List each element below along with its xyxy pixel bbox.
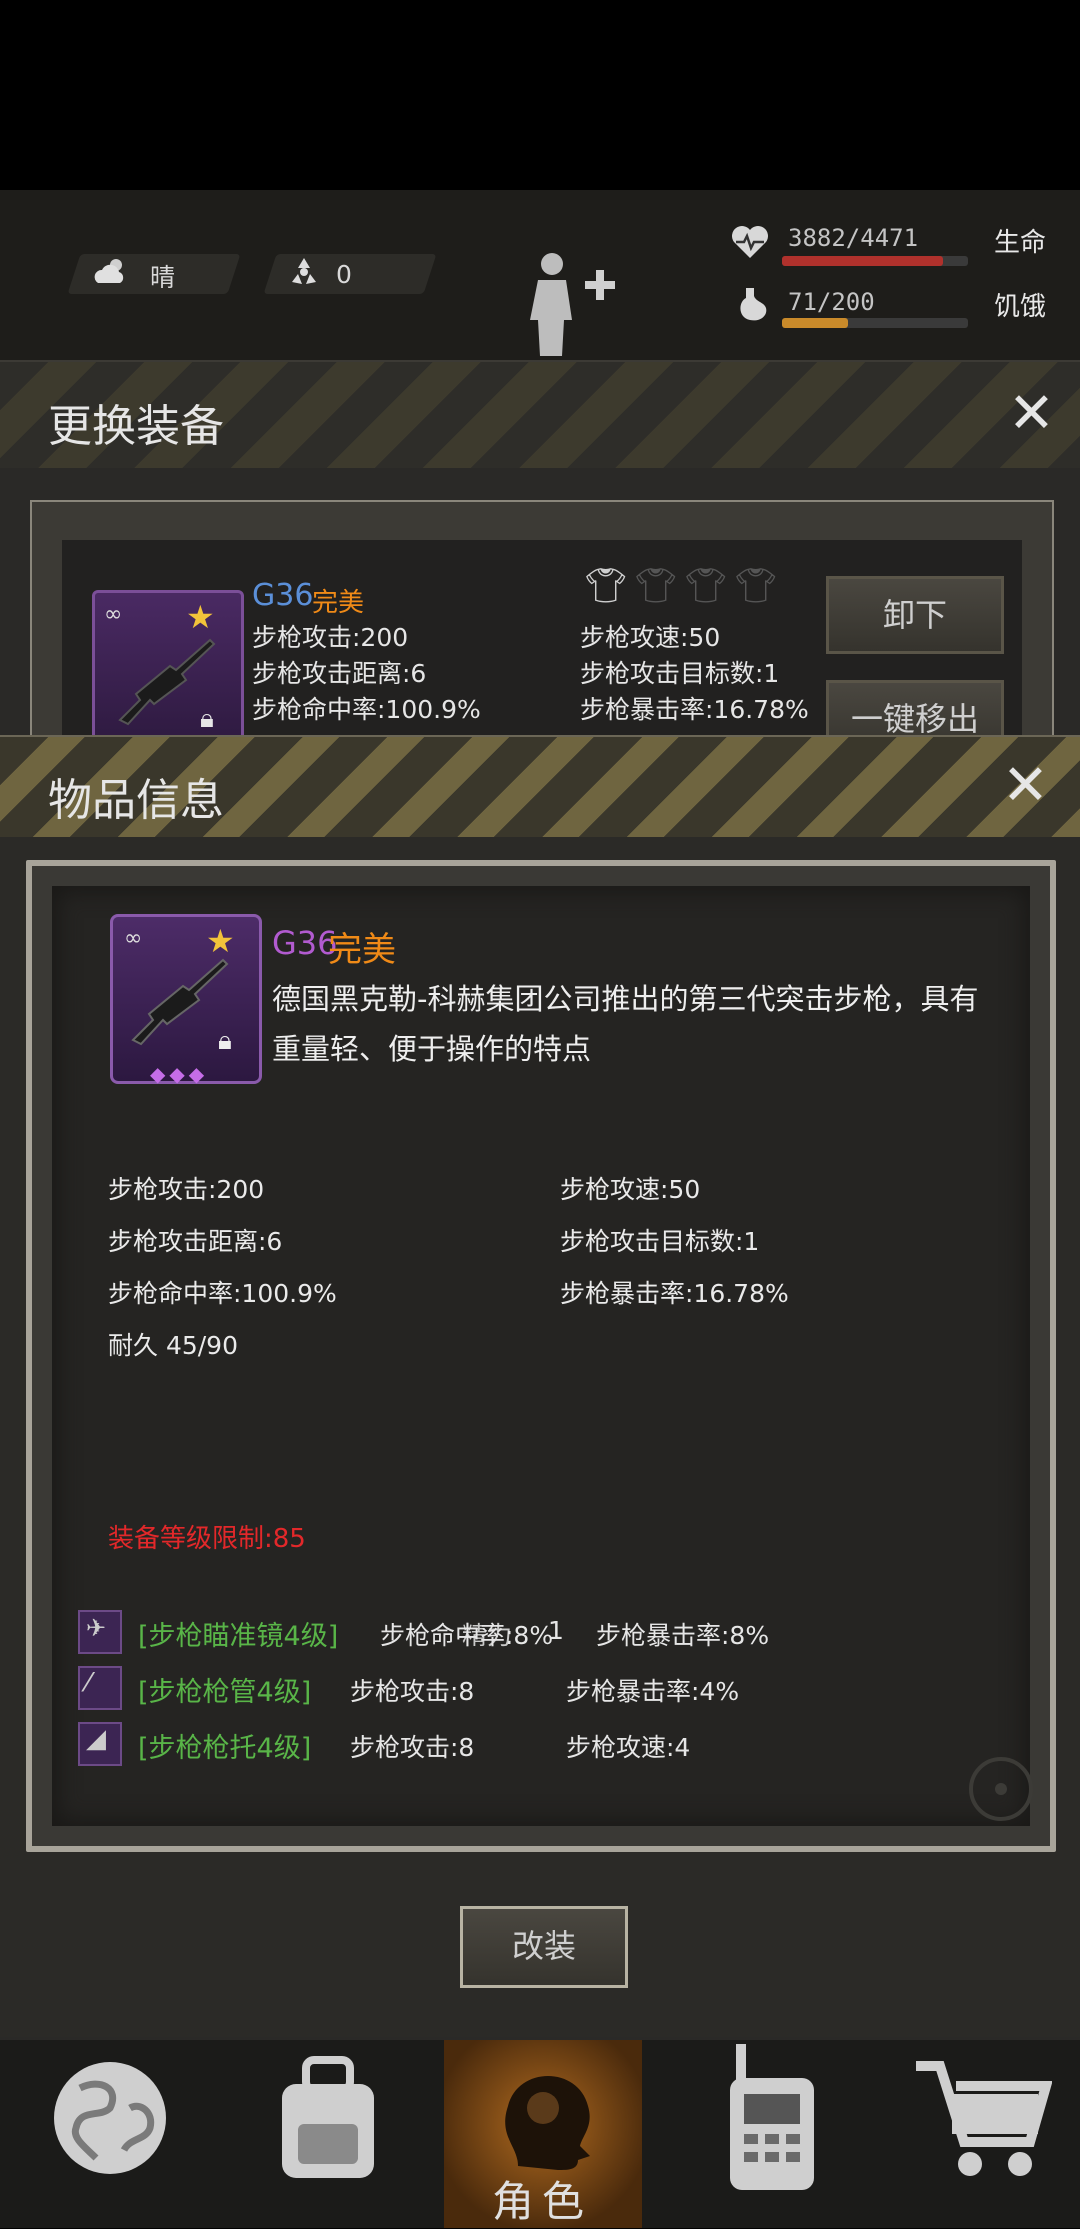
- attachment-name: [步枪枪托4级]: [138, 1733, 312, 1764]
- attachment-overlay2: 1: [548, 1616, 564, 1645]
- hunger-label: 饥饿: [994, 292, 1047, 322]
- heart-icon: [730, 224, 770, 264]
- equip-stat-left-0: 步枪攻击:200: [252, 623, 409, 652]
- item-stat-right-2: 步枪暴击率:16.78%: [560, 1279, 789, 1308]
- life-bar-fill: [782, 256, 944, 266]
- radiation-watermark-icon: [966, 1754, 1036, 1828]
- attachment-name: [步枪枪管4级]: [138, 1677, 312, 1708]
- lock-icon: 🔒︎: [218, 1026, 232, 1056]
- unequip-button[interactable]: 卸下: [826, 576, 1004, 654]
- item-stat-right-0: 步枪攻速:50: [560, 1175, 701, 1204]
- attachment-name: [步枪瞄准镜4级]: [138, 1621, 339, 1652]
- life-value: 3882/4471: [788, 224, 919, 252]
- item-stat-left-1: 步枪攻击距离:6: [108, 1227, 283, 1256]
- equip-panel-close-icon[interactable]: ✕: [1008, 386, 1055, 442]
- link-icon: ∞: [124, 926, 143, 951]
- weather-icon: [92, 255, 132, 293]
- stock-glyph: ◢: [86, 1724, 106, 1754]
- item-info-title: 物品信息: [48, 775, 224, 826]
- stomach-icon: [736, 286, 770, 328]
- item-quality: 完美: [328, 930, 396, 970]
- attachment-stat2: 步枪攻速:4: [566, 1733, 691, 1762]
- shopping-cart-icon: [912, 2056, 1053, 2190]
- barrel-glyph: ⁄: [86, 1668, 91, 1698]
- item-durability: 耐久 45/90: [108, 1331, 238, 1360]
- equip-stat-left-2: 步枪命中率:100.9%: [252, 695, 481, 724]
- radio-icon: [716, 2044, 826, 2198]
- barrel-icon: [78, 1666, 122, 1710]
- attachment-stat1: 步枪攻击:8: [350, 1677, 475, 1706]
- hunger-bar-fill: [782, 318, 849, 328]
- hunger-value: 71/200: [788, 288, 875, 316]
- attachment-row[interactable]: ✈︎ [步枪瞄准镜4级] 步枪命中率:8% 精力 1 步枪暴击率:8%: [76, 1608, 976, 1654]
- nav-character-label: 角色: [492, 2177, 593, 2226]
- globe-icon: [50, 2058, 170, 2182]
- life-label: 生命: [994, 228, 1047, 258]
- lock-icon: 🔒︎: [200, 704, 214, 734]
- shirt-icon: 👕︎: [634, 566, 678, 606]
- attachment-overlay: 精力: [462, 1621, 513, 1650]
- item-stat-right-1: 步枪攻击目标数:1: [560, 1227, 760, 1256]
- shirt-icon: 👕︎: [734, 566, 778, 606]
- nav-item-shop[interactable]: [906, 2044, 1066, 2228]
- nav-item-radio[interactable]: [694, 2044, 844, 2228]
- radiation-icon: [286, 254, 322, 294]
- scope-glyph: ✈︎: [86, 1614, 107, 1642]
- item-description-line2: 重量轻、便于操作的特点: [272, 1032, 592, 1066]
- weather-text: 晴: [150, 263, 176, 292]
- item-stat-left-2: 步枪命中率:100.9%: [108, 1279, 337, 1308]
- attachment-stat1: 步枪攻击:8: [350, 1733, 475, 1762]
- shirt-icon: 👕︎: [684, 566, 728, 606]
- nav-item-character[interactable]: 角色: [444, 2040, 642, 2228]
- item-description-line1: 德国黑克勒-科赫集团公司推出的第三代突击步枪，具有: [272, 982, 979, 1016]
- radiation-value: 0: [336, 260, 352, 289]
- equip-stat-right-0: 步枪攻速:50: [580, 623, 721, 652]
- attachment-stat2: 步枪暴击率:4%: [566, 1677, 740, 1706]
- hunger-bar: [782, 318, 968, 328]
- nav-item-backpack[interactable]: [256, 2044, 406, 2228]
- level-requirement: 装备等级限制:85: [108, 1524, 306, 1554]
- equip-panel-title: 更换装备: [48, 401, 224, 452]
- link-icon: ∞: [104, 602, 123, 627]
- backpack-icon: [268, 2054, 388, 2188]
- attachment-stat2: 步枪暴击率:8%: [596, 1621, 770, 1650]
- modify-button[interactable]: 改装: [460, 1906, 628, 1988]
- attachment-row[interactable]: ⁄ [步枪枪管4级] 步枪攻击:8 步枪暴击率:4%: [76, 1664, 976, 1710]
- body-health-icon[interactable]: [520, 250, 620, 364]
- character-head-icon: [488, 2056, 598, 2180]
- item-info-close-icon[interactable]: ✕: [1002, 758, 1049, 814]
- life-bar: [782, 256, 968, 266]
- nav-item-world[interactable]: [40, 2044, 190, 2228]
- equip-stat-right-2: 步枪暴击率:16.78%: [580, 695, 809, 724]
- equip-item-quality: 完美: [312, 588, 365, 618]
- attachment-row[interactable]: ◢ [步枪枪托4级] 步枪攻击:8 步枪攻速:4: [76, 1720, 976, 1766]
- equip-item-name: G36: [252, 578, 314, 613]
- shirt-icon: 👕︎: [584, 566, 628, 606]
- equip-stat-right-1: 步枪攻击目标数:1: [580, 659, 780, 688]
- rarity-diamonds-icon: ◆◆◆: [150, 1062, 209, 1086]
- equip-stat-left-1: 步枪攻击距离:6: [252, 659, 427, 688]
- item-stat-left-0: 步枪攻击:200: [108, 1175, 265, 1204]
